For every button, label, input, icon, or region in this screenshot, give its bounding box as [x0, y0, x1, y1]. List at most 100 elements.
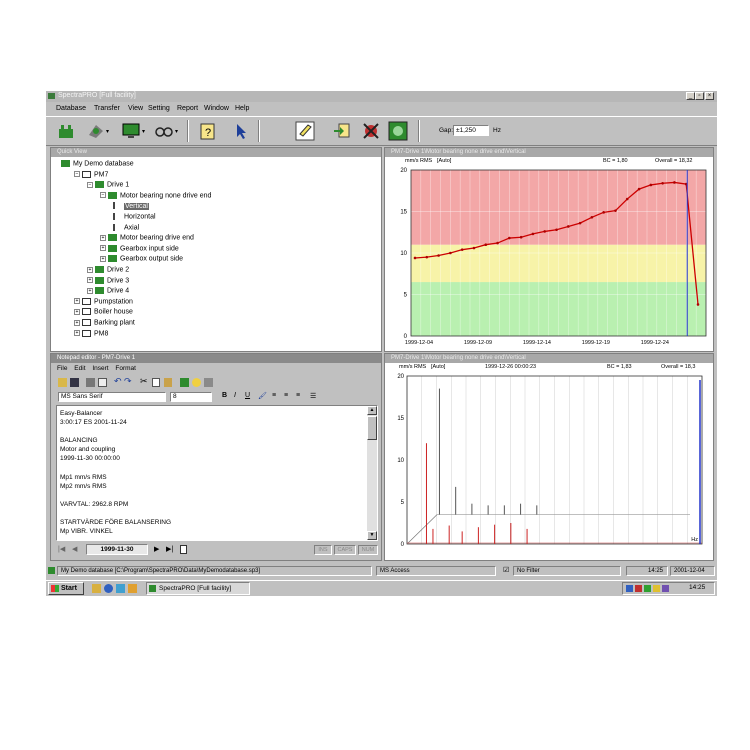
last-record-icon[interactable]: ▶| [166, 545, 173, 553]
color-icon[interactable]: 🖌 [258, 392, 267, 400]
insert-picture-icon[interactable] [204, 378, 213, 387]
menu-setting[interactable]: Setting [148, 105, 170, 112]
quicklaunch-ie-icon[interactable] [104, 584, 113, 593]
pointer-help-icon[interactable] [231, 121, 251, 141]
first-record-icon[interactable]: |◀ [58, 545, 65, 553]
font-size-select[interactable]: 8 [170, 392, 212, 402]
expand-toggle-icon[interactable]: + [74, 330, 80, 337]
tree-item[interactable]: My Demo database [61, 160, 134, 167]
font-select[interactable]: MS Sans Serif [58, 392, 166, 402]
align-center-icon[interactable]: ≡ [284, 392, 288, 399]
tree-item[interactable]: + Drive 4 [87, 287, 129, 295]
tray-volume-icon[interactable] [653, 585, 660, 592]
scroll-thumb[interactable] [367, 416, 377, 440]
dropdown-arrow-icon[interactable]: ▾ [142, 128, 145, 135]
preview-icon[interactable] [98, 378, 107, 387]
tree-item[interactable]: + Gearbox output side [100, 255, 183, 263]
expand-toggle-icon[interactable]: − [100, 192, 106, 199]
next-record-icon[interactable]: ▶ [154, 545, 159, 553]
help-icon[interactable]: ? [198, 121, 218, 141]
tools-icon[interactable] [361, 121, 381, 141]
notepad-menu-edit[interactable]: Edit [74, 365, 85, 372]
tree-item[interactable]: + Boiler house [74, 308, 133, 316]
tree-item[interactable]: + Gearbox input side [100, 244, 179, 252]
print-icon[interactable] [86, 378, 95, 387]
scroll-down-button[interactable]: ▼ [367, 531, 377, 540]
dropdown-arrow-icon[interactable]: ▾ [106, 128, 109, 135]
tray-display-icon[interactable] [662, 585, 669, 592]
tree-item[interactable]: Horizontal [113, 213, 156, 220]
notepad-menu-insert[interactable]: Insert [92, 365, 108, 372]
tray-app-icon[interactable] [644, 585, 651, 592]
tray-network-icon[interactable] [626, 585, 633, 592]
paste-icon[interactable] [164, 378, 172, 387]
record-date[interactable]: 1999-11-30 [86, 544, 148, 555]
tree-item[interactable]: Axial [113, 223, 139, 231]
expand-toggle-icon[interactable]: + [74, 319, 80, 326]
close-button[interactable]: × [705, 92, 714, 100]
expand-toggle-icon[interactable]: + [87, 287, 93, 294]
notepad-menu-format[interactable]: Format [115, 365, 136, 372]
tree-item[interactable]: + Motor bearing drive end [100, 234, 194, 242]
transfer-icon[interactable] [86, 121, 106, 141]
expand-toggle-icon[interactable]: − [87, 181, 93, 188]
bold-button[interactable]: B [222, 392, 227, 399]
taskbar-app-button[interactable]: SpectraPRO [Full facility] [146, 582, 250, 595]
open-icon[interactable] [58, 378, 67, 387]
quicklaunch-explorer-icon[interactable] [92, 584, 101, 593]
spectrum-icon[interactable] [388, 121, 408, 141]
notepad-icon[interactable] [295, 121, 315, 141]
database-icon[interactable] [56, 121, 76, 141]
expand-toggle-icon[interactable]: + [74, 298, 80, 305]
notepad-menu-file[interactable]: File [57, 365, 67, 372]
start-button[interactable]: Start [48, 582, 84, 595]
prev-record-icon[interactable]: ◀ [72, 545, 77, 553]
notepad-scrollbar[interactable]: ▲ ▼ [367, 406, 377, 540]
menu-help[interactable]: Help [235, 105, 249, 112]
menu-database[interactable]: Database [56, 105, 86, 112]
quicklaunch-desktop-icon[interactable] [116, 584, 125, 593]
tree-item[interactable]: − Drive 1 [87, 181, 129, 189]
scroll-up-button[interactable]: ▲ [367, 406, 377, 415]
menu-transfer[interactable]: Transfer [94, 105, 120, 112]
import-icon[interactable] [332, 121, 352, 141]
redo-icon[interactable]: ↷ [124, 376, 132, 387]
dropdown-arrow-icon[interactable]: ▾ [175, 128, 178, 135]
tree-item[interactable]: − PM7 [74, 170, 108, 178]
tree-item[interactable]: + Pumpstation [74, 297, 133, 305]
expand-toggle-icon[interactable]: − [74, 171, 80, 178]
glasses-icon[interactable] [154, 121, 174, 141]
expand-toggle-icon[interactable]: + [74, 308, 80, 315]
new-record-icon[interactable] [180, 545, 187, 554]
expand-toggle-icon[interactable]: + [100, 255, 106, 262]
monitor-icon[interactable] [121, 121, 141, 141]
spectrum-chart[interactable]: 20 15 10 5 0 Hz [385, 372, 713, 560]
align-right-icon[interactable]: ≡ [296, 392, 300, 399]
tree-item[interactable]: + Drive 2 [87, 266, 129, 273]
copy-icon[interactable] [152, 378, 160, 387]
expand-toggle-icon[interactable]: + [100, 245, 106, 252]
menu-window[interactable]: Window [204, 105, 229, 112]
expand-toggle-icon[interactable]: + [100, 234, 106, 241]
save-icon[interactable] [70, 378, 79, 387]
menu-report[interactable]: Report [177, 105, 198, 112]
tree-item[interactable]: Vertical [113, 202, 149, 210]
tree-item[interactable]: + PM8 [74, 329, 108, 337]
tree-item[interactable]: − Motor bearing none drive end [100, 191, 211, 199]
notepad-text-area[interactable]: Easy-Balancer 3:00:17 ES 2001-11-24 BALANC… [56, 405, 378, 541]
insert-time-icon[interactable] [192, 378, 201, 387]
maximize-button[interactable]: ▫ [695, 92, 704, 100]
minimize-button[interactable]: _ [686, 92, 695, 100]
gap-input[interactable]: ±1,250 [453, 125, 489, 136]
bullets-icon[interactable]: ☰ [310, 392, 316, 400]
tray-antivirus-icon[interactable] [635, 585, 642, 592]
align-left-icon[interactable]: ≡ [272, 392, 276, 399]
quicklaunch-outlook-icon[interactable] [128, 584, 137, 593]
tree-item[interactable]: + Barking plant [74, 319, 135, 326]
insert-date-icon[interactable] [180, 378, 189, 387]
italic-button[interactable]: I [234, 392, 236, 399]
undo-icon[interactable]: ↶ [114, 376, 122, 387]
underline-button[interactable]: U [245, 392, 250, 399]
expand-toggle-icon[interactable]: + [87, 277, 93, 284]
tree-item[interactable]: + Drive 3 [87, 276, 129, 284]
